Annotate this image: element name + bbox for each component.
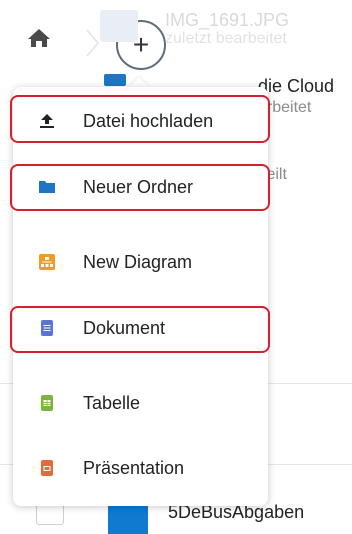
file-thumbnail <box>100 10 138 42</box>
menu-item-label: New Diagram <box>83 251 193 272</box>
file-meta: zuletzt bearbeitet <box>165 30 287 47</box>
spreadsheet-icon <box>38 394 56 412</box>
folder-icon <box>104 74 126 86</box>
new-item-menu: Datei hochladen Neuer Ordner New Diagram <box>13 87 268 506</box>
presentation-icon <box>38 459 56 477</box>
diagram-icon <box>38 253 56 271</box>
highlight-box <box>10 95 270 143</box>
file-name[interactable]: IMG_1691.JPG <box>165 10 289 31</box>
highlight-box <box>10 164 270 211</box>
menu-item-presentation[interactable]: Präsentation <box>13 438 268 498</box>
file-name[interactable]: die Cloud <box>258 76 334 97</box>
menu-item-label: Tabelle <box>83 392 141 413</box>
highlight-box <box>10 306 270 353</box>
home-icon[interactable] <box>22 20 56 54</box>
menu-item-spreadsheet[interactable]: Tabelle <box>13 373 268 433</box>
menu-item-new-diagram[interactable]: New Diagram <box>13 232 268 292</box>
menu-item-label: Präsentation <box>83 457 185 478</box>
